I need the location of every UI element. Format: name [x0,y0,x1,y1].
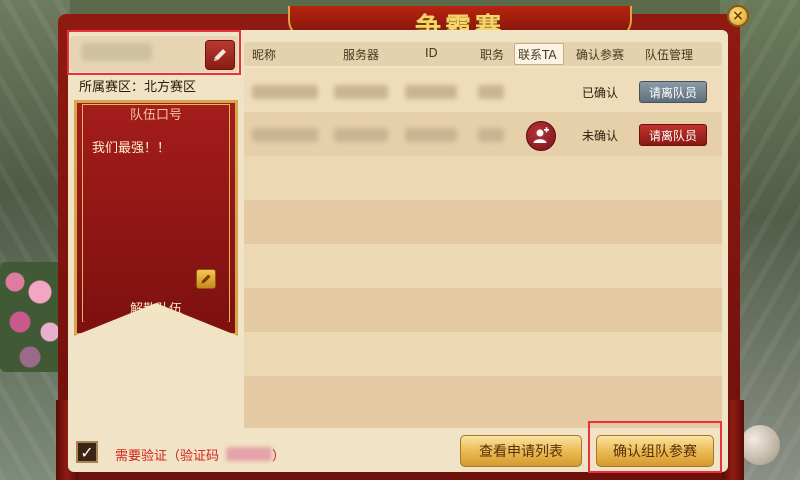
table-row-empty [244,156,722,200]
slogan-text: 我们最强！！ [92,141,171,156]
verify-label: 需要验证（验证码 [115,449,220,464]
confirm-status: 已确认 [582,86,619,100]
table-row-empty [244,288,722,332]
slogan-title: 队伍口号 [129,108,182,123]
role-redacted [478,128,504,142]
close-icon: × [732,8,744,24]
verify-code-redacted [226,447,272,461]
team-name-redacted [82,43,152,61]
server-redacted [334,85,388,99]
pencil-icon [201,274,211,284]
nickname-redacted [252,128,318,142]
table-row-empty [244,332,722,376]
role-redacted [478,85,504,99]
server-redacted [334,128,388,142]
table-row-empty [244,376,722,428]
column-role: 职务 [480,48,505,62]
column-manage: 队伍管理 [645,48,694,62]
id-redacted [405,85,457,99]
table-row-empty [244,200,722,244]
verify-label-close: ） [272,449,286,464]
edit-slogan-button[interactable] [196,269,216,289]
table-row-empty [244,244,722,288]
column-confirm: 确认参赛 [576,48,625,62]
kick-member-button[interactable]: 请离队员 [639,124,707,146]
add-user-icon [533,127,549,143]
verify-checkbox[interactable]: ✓ [76,441,98,463]
close-button[interactable]: × [727,5,749,27]
kick-member-button[interactable]: 请离队员 [639,81,707,103]
disband-team-button[interactable]: 解散队伍 [74,298,238,317]
zone-label: 所属赛区：北方赛区 [79,80,197,95]
column-nickname: 昵称 [252,48,277,62]
column-id: ID [425,46,438,60]
stone-ornament [740,425,780,465]
confirm-team-button[interactable]: 确认组队参赛 [596,435,714,467]
column-contact: 联系TA [518,48,557,62]
check-icon: ✓ [80,442,94,462]
edit-team-name-button[interactable] [205,40,235,70]
view-applications-button[interactable]: 查看申请列表 [460,435,582,467]
confirm-status: 未确认 [582,129,619,143]
pencil-icon [214,49,226,61]
nickname-redacted [252,85,318,99]
add-friend-button[interactable] [526,121,556,151]
id-redacted [405,128,457,142]
column-server: 服务器 [343,48,380,62]
